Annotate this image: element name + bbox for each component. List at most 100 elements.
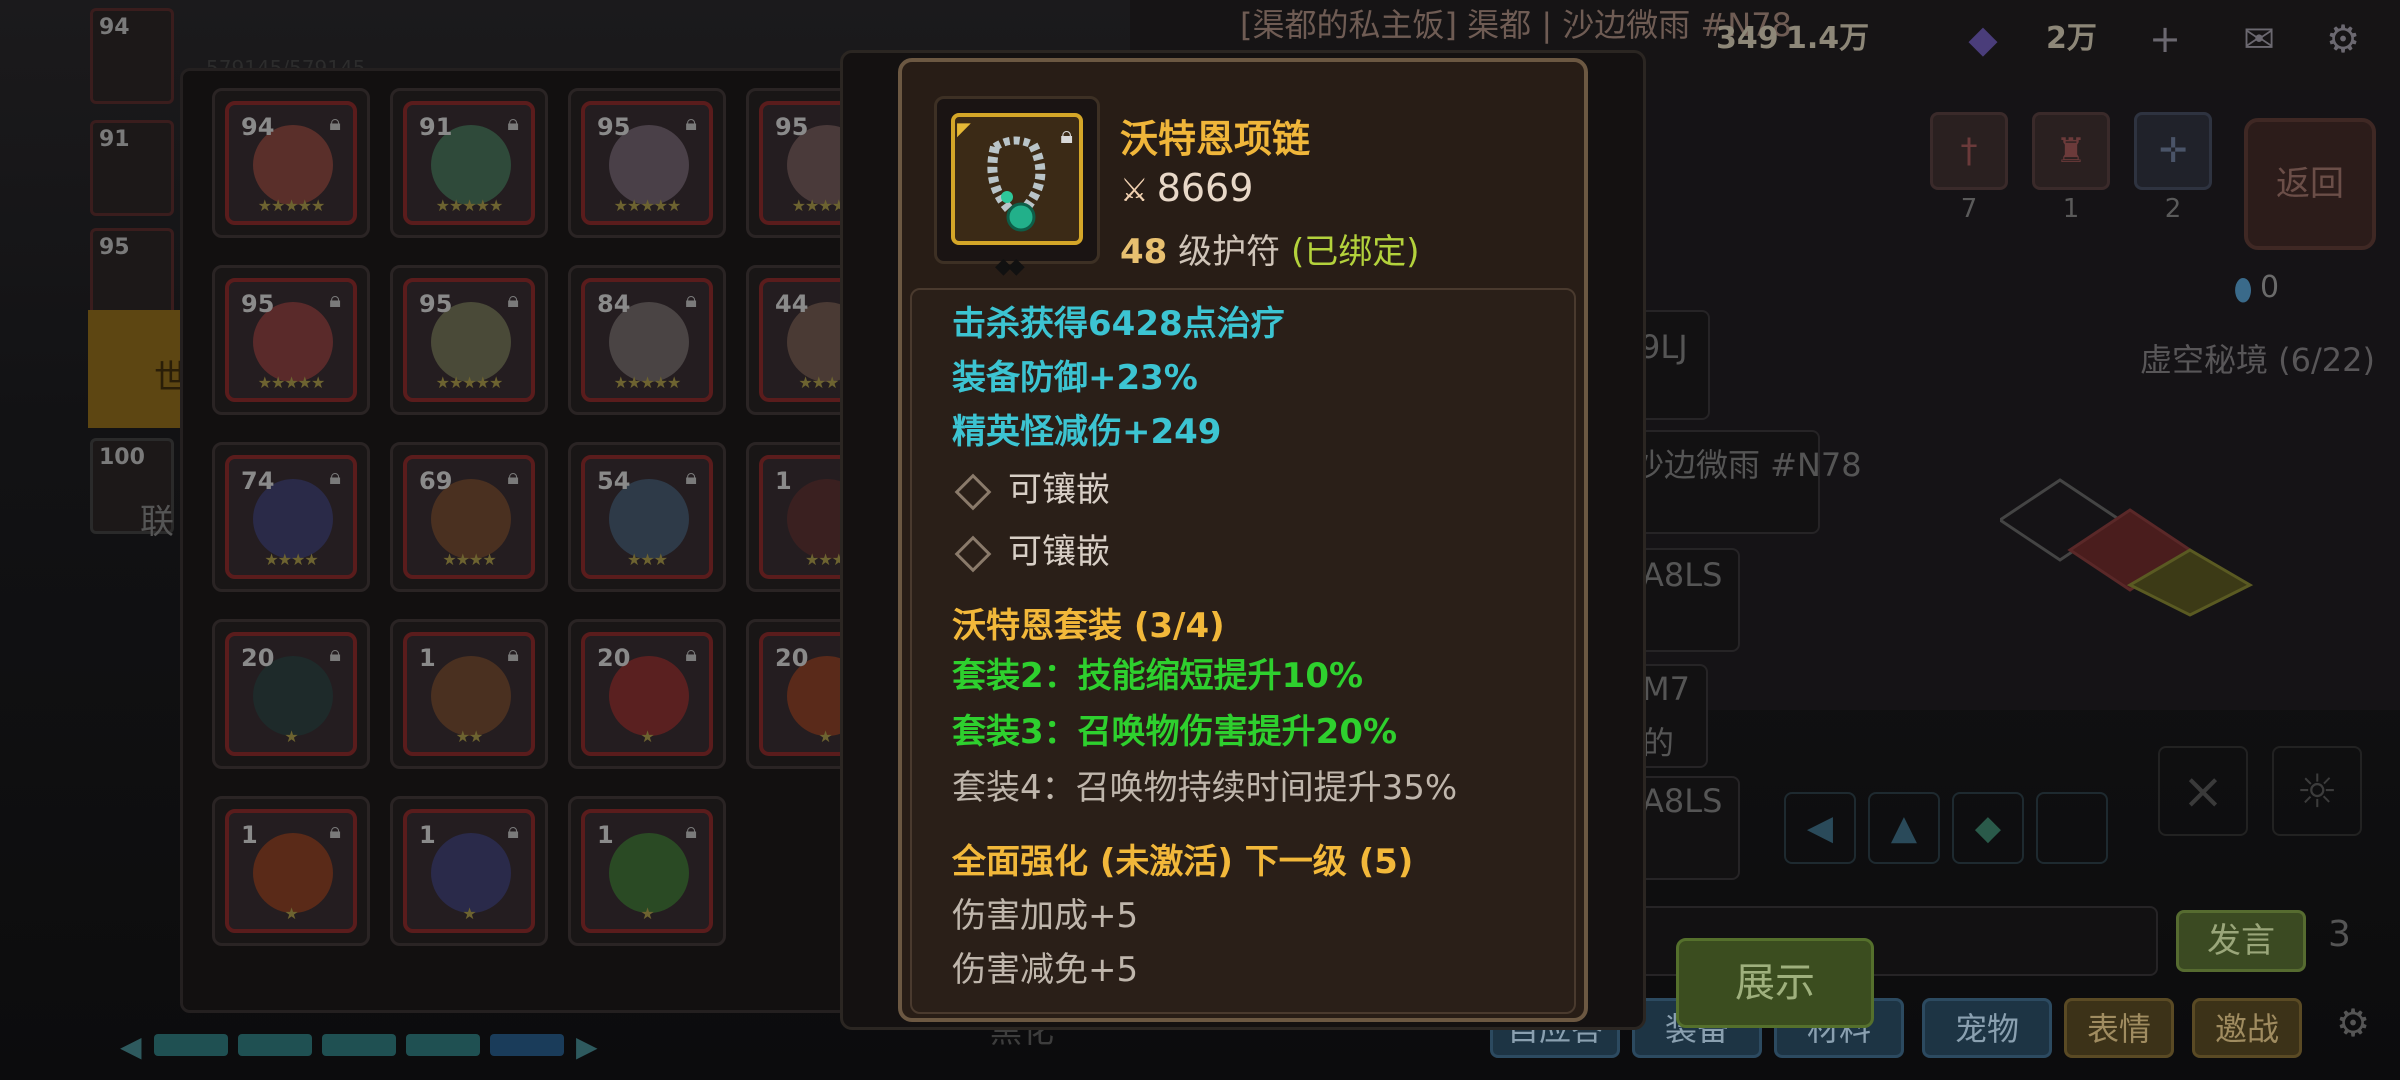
- page-next-arrow[interactable]: ▶: [576, 1030, 598, 1063]
- hero-level: 84: [597, 290, 631, 318]
- stat-box-cross[interactable]: ✛: [2134, 112, 2212, 190]
- mail-icon[interactable]: ✉: [2236, 16, 2282, 62]
- hero-card[interactable]: 91 🔒︎ ★★★★★: [390, 88, 548, 238]
- chat-channel-title: [渠都的私主饭] 渠都 | 沙边微雨 #N78: [1240, 6, 1792, 44]
- hero-card[interactable]: 20 🔒︎ ★: [568, 619, 726, 769]
- show-button[interactable]: 展示: [1676, 938, 1874, 1028]
- hero-portrait-frame: 74 🔒︎ ★★★★: [225, 455, 357, 579]
- item-gem-slots: ◆◆: [995, 254, 1025, 279]
- hero-stars: ★★★★★: [435, 196, 504, 215]
- item-icon-slot: ◤ 🔒︎: [951, 113, 1083, 245]
- channel-count: 3: [2328, 914, 2351, 955]
- hero-portrait-frame: 1 🔒︎ ★: [225, 809, 357, 933]
- diamond-icon: ◆: [1968, 17, 1998, 61]
- lock-icon: 🔒︎: [685, 465, 697, 490]
- side-entry[interactable]: 91: [90, 120, 174, 216]
- tab-challenge[interactable]: 邀战: [2192, 998, 2302, 1058]
- hero-level: 74: [241, 467, 275, 495]
- lock-icon: 🔒︎: [507, 642, 519, 667]
- plus-icon[interactable]: +: [2142, 16, 2188, 62]
- tab-emotes[interactable]: 表情: [2064, 998, 2174, 1058]
- page-dot[interactable]: [322, 1034, 396, 1056]
- item-tooltip: ◤ 🔒︎ ◆◆ 沃特恩项链 ⚔ 8669 48 级护符 (已绑定) 击杀获得642…: [898, 58, 1588, 1022]
- side-entry[interactable]: 94: [90, 8, 174, 104]
- necklace-icon: [987, 136, 1046, 232]
- hero-stars: ★★★★★: [613, 196, 682, 215]
- hero-card[interactable]: 54 🔒︎ ★★★: [568, 442, 726, 592]
- hero-portrait-frame: 54 🔒︎ ★★★: [581, 455, 713, 579]
- lock-icon: 🔒︎: [685, 819, 697, 844]
- empty-socket-icon: [954, 535, 992, 572]
- hero-portrait-frame: 95 🔒︎ ★★★★★: [403, 278, 535, 402]
- side-entry-level: 94: [99, 15, 130, 40]
- hero-portrait-frame: 1 🔒︎ ★: [581, 809, 713, 933]
- hero-stars: ★: [284, 727, 298, 746]
- hero-level: 1: [597, 821, 614, 849]
- speak-button[interactable]: 发言: [2176, 910, 2306, 972]
- hero-card[interactable]: 95 🔒︎ ★★★★★: [568, 88, 726, 238]
- lock-icon: 🔒︎: [329, 111, 341, 136]
- hero-card[interactable]: 1 🔒︎ ★★: [390, 619, 548, 769]
- chat-settings-gear-icon[interactable]: ⚙: [2330, 1000, 2376, 1046]
- gear-icon[interactable]: ⚙: [2320, 16, 2366, 62]
- hero-card[interactable]: 95 🔒︎ ★★★★★: [390, 265, 548, 415]
- hero-level: 95: [597, 113, 631, 141]
- item-power-value: 8669: [1156, 166, 1254, 210]
- hero-level: 91: [419, 113, 453, 141]
- item-level: 48: [1120, 232, 1168, 272]
- item-name: 沃特恩项链: [1120, 117, 1311, 161]
- hero-card[interactable]: 84 🔒︎ ★★★★★: [568, 265, 726, 415]
- hero-card[interactable]: 1 🔒︎ ★: [212, 796, 370, 946]
- crossed-swords-icon[interactable]: ⨯: [2158, 746, 2248, 836]
- hero-card[interactable]: 69 🔒︎ ★★★★: [390, 442, 548, 592]
- hero-portrait-frame: 84 🔒︎ ★★★★★: [581, 278, 713, 402]
- hero-portrait-frame: 91 🔒︎ ★★★★★: [403, 101, 535, 225]
- stat-box-monster[interactable]: ♜: [2032, 112, 2110, 190]
- hero-level: 95: [241, 290, 275, 318]
- lock-icon: 🔒︎: [685, 111, 697, 136]
- chat-fragment-2: 沙边微雨 #N78: [1632, 446, 1862, 484]
- item-icon-frame: ◤ 🔒︎ ◆◆: [934, 96, 1100, 279]
- set-bonus-4: 套装4：召唤物持续时间提升35%: [952, 768, 1458, 808]
- empty-slot-button[interactable]: [2036, 792, 2108, 864]
- enhance-damage-bonus: 伤害加成+5: [952, 896, 1139, 936]
- hero-stars: ★★★★: [264, 550, 318, 569]
- lightbulb-icon[interactable]: ☼: [2272, 746, 2362, 836]
- chat-fragment-5: 的: [1642, 724, 1675, 762]
- gem-button[interactable]: ◆: [1952, 792, 2024, 864]
- hero-stars: ★: [462, 904, 476, 923]
- side-entry-level: 95: [99, 235, 130, 260]
- tab-pets[interactable]: 宠物: [1922, 998, 2052, 1058]
- hero-portrait-frame: 20 🔒︎ ★: [225, 632, 357, 756]
- currency-partial: 349: [1716, 21, 1779, 56]
- left-arrow-button[interactable]: ◀: [1784, 792, 1856, 864]
- page-dot-current[interactable]: [490, 1034, 564, 1056]
- hero-stars: ★: [640, 727, 654, 746]
- page-dot[interactable]: [154, 1034, 228, 1056]
- item-stat-heal: 击杀获得6428点治疗: [952, 304, 1285, 344]
- chat-fragment-6: A8LS: [1642, 782, 1723, 820]
- hero-stars: ★★★★★: [435, 373, 504, 392]
- hero-card[interactable]: 1 🔒︎ ★: [390, 796, 548, 946]
- hero-card[interactable]: 94 🔒︎ ★★★★★: [212, 88, 370, 238]
- socket-label: 可镶嵌: [1008, 532, 1110, 572]
- gem-socket: 可镶嵌: [952, 524, 1110, 573]
- up-triangle-button[interactable]: ▲: [1868, 792, 1940, 864]
- void-realm-label[interactable]: 虚空秘境 (6/22): [2140, 335, 2375, 381]
- back-button[interactable]: 返回: [2244, 118, 2376, 250]
- hero-level: 1: [241, 821, 258, 849]
- page-dot[interactable]: [406, 1034, 480, 1056]
- set-bonus-2: 套装2：技能缩短提升10%: [952, 656, 1364, 696]
- gold-amount: 1.4万: [1786, 21, 1870, 56]
- lock-icon: 🔒︎: [507, 819, 519, 844]
- page-prev-arrow[interactable]: ◀: [120, 1030, 142, 1063]
- chat-fragment-1: 9LJ: [1640, 328, 1688, 366]
- hero-level: 44: [775, 290, 809, 318]
- hero-card[interactable]: 1 🔒︎ ★: [568, 796, 726, 946]
- hero-card[interactable]: 95 🔒︎ ★★★★★: [212, 265, 370, 415]
- stat-box-sword[interactable]: †: [1930, 112, 2008, 190]
- page-dot[interactable]: [238, 1034, 312, 1056]
- hero-card[interactable]: 74 🔒︎ ★★★★: [212, 442, 370, 592]
- hero-card[interactable]: 20 🔒︎ ★: [212, 619, 370, 769]
- world-tab[interactable]: 世: [88, 310, 188, 428]
